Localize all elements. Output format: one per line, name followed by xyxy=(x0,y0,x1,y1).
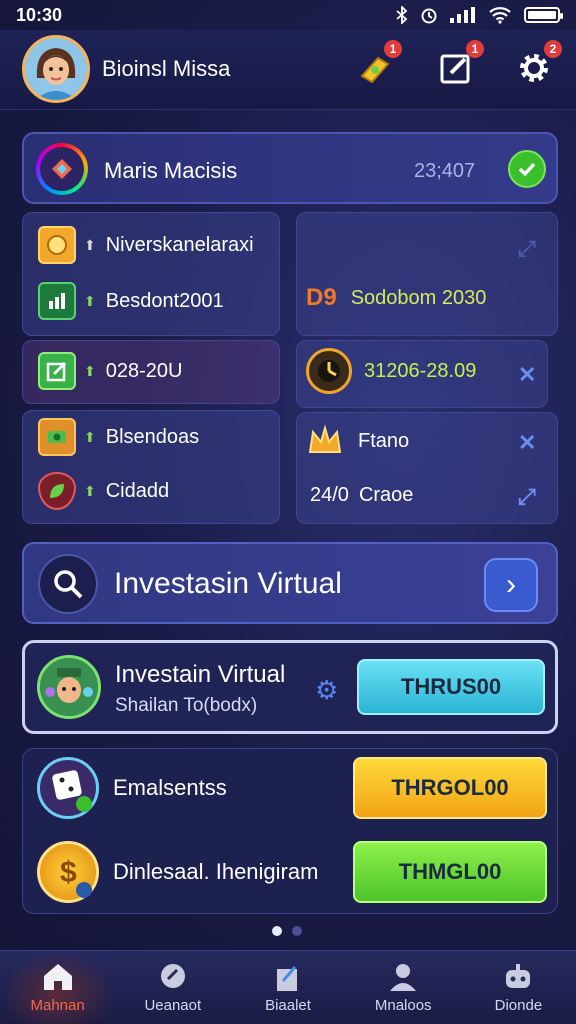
stats-panel-right-top xyxy=(296,212,558,336)
gem-icon xyxy=(36,143,88,195)
invest-title: Investain Virtual xyxy=(115,661,286,688)
battery-icon xyxy=(524,7,563,23)
avatar[interactable] xyxy=(22,35,90,103)
dollar-coin-icon: $ xyxy=(37,841,99,903)
timer-icon xyxy=(306,348,352,394)
stat-row[interactable]: Ftano xyxy=(306,422,409,460)
crown-icon xyxy=(306,422,344,460)
arrow-up-icon: ⬆ xyxy=(84,362,96,379)
username: Bioinsl Missa xyxy=(102,56,231,81)
search-icon xyxy=(38,554,98,614)
edit-button[interactable]: 1 xyxy=(434,40,484,90)
system-icons xyxy=(396,6,563,24)
tab-label: Biaalet xyxy=(265,997,311,1014)
invest-action-button[interactable]: THRUS00 xyxy=(357,659,545,715)
edit-icon xyxy=(38,352,76,390)
stat-label: 31206-28.09 xyxy=(364,359,477,382)
page-dot-active[interactable] xyxy=(272,926,282,936)
notification-badge: 2 xyxy=(544,40,562,58)
chart-icon xyxy=(38,282,76,320)
invest-card[interactable]: Investain Virtual Shailan To(bodx) ⚙ THR… xyxy=(22,640,558,734)
tab-label: Dionde xyxy=(494,997,543,1014)
settings-button[interactable]: 2 xyxy=(512,40,562,90)
stat-label: Niverskanelaraxi xyxy=(105,233,254,256)
edit-icon xyxy=(440,54,470,84)
bottom-tab-bar: Mahnan Ueanaot Biaalet Mnaloos Dionde xyxy=(0,950,576,1024)
bluetooth-icon xyxy=(396,6,408,24)
stat-label: Ftano xyxy=(358,429,410,452)
stat-label: Blsendoas xyxy=(105,425,200,448)
building-icon xyxy=(277,966,297,991)
status-time: 10:30 xyxy=(16,4,63,25)
stat-row[interactable]: 31206-28.09 xyxy=(306,348,476,394)
stat-row[interactable]: ⬆ 028-20U xyxy=(38,352,182,390)
offer-label: Emalsentss xyxy=(113,775,227,800)
offer-button[interactable]: THMGL00 xyxy=(353,841,547,903)
stat-row[interactable]: ⬆ Niverskanelaraxi xyxy=(38,226,254,264)
stat-label: Cidadd xyxy=(105,479,170,502)
signal-icon xyxy=(450,7,475,23)
stat-row[interactable]: ⬆ Cidadd xyxy=(38,472,169,510)
alarm-icon xyxy=(421,8,437,24)
tab-robot[interactable]: Dionde xyxy=(461,951,576,1024)
stat-label: 028-20U xyxy=(105,359,183,382)
offers-panel: Emalsentss THRGOL00 $ Dinlesaal. Ihenigi… xyxy=(22,748,558,914)
arrow-up-icon: ⬆ xyxy=(84,428,96,445)
page-dot[interactable] xyxy=(292,926,302,936)
expand-icon[interactable]: ⤢ xyxy=(518,236,536,262)
invest-subtitle: Shailan To(bodx) xyxy=(115,695,258,716)
character-avatar xyxy=(37,655,101,719)
chevron-right-icon[interactable]: › xyxy=(484,558,538,612)
stat-label: Sodobom 2030 xyxy=(350,286,487,309)
arrow-up-icon: ⬆ xyxy=(84,482,96,499)
coin-icon xyxy=(38,226,76,264)
search-bar[interactable]: Investasin Virtual › xyxy=(22,542,558,624)
stat-prefix: D9 xyxy=(306,284,337,311)
offer-label: Dinlesaal. Ihenigiram xyxy=(113,859,319,884)
robot-icon xyxy=(506,964,531,988)
tab-label: Ueanaot xyxy=(144,997,202,1014)
close-icon[interactable]: ✕ xyxy=(518,430,536,456)
app-header: Bioinsl Missa 1 1 2 xyxy=(0,30,576,110)
close-icon[interactable]: ✕ xyxy=(518,362,536,388)
stat-row[interactable]: ⬆ Besdont2001 xyxy=(38,282,224,320)
wifi-icon xyxy=(489,7,511,24)
gear-icon[interactable]: ⚙ xyxy=(315,675,338,706)
banner-title: Maris Macisis xyxy=(104,158,238,183)
tab-home[interactable]: Mahnan xyxy=(0,951,116,1024)
gear-icon xyxy=(520,54,548,82)
profile-banner[interactable]: Maris Macisis 23;407 xyxy=(22,132,558,204)
dice-icon xyxy=(37,757,99,819)
tab-label: Mnaloos xyxy=(374,997,432,1014)
leaf-shield-icon xyxy=(38,472,76,510)
profile-icon xyxy=(390,964,417,991)
stat-label: Besdont2001 xyxy=(105,289,224,312)
tab-building[interactable]: Biaalet xyxy=(230,951,345,1024)
rewards-button[interactable]: 1 xyxy=(352,40,402,90)
stat-row[interactable]: ⬆ Blsendoas xyxy=(38,418,199,456)
offer-button[interactable]: THRGOL00 xyxy=(353,757,547,819)
home-icon xyxy=(43,964,72,990)
stat-prefix: 24/0 xyxy=(310,484,349,506)
expand-icon[interactable]: ⤢ xyxy=(518,484,536,510)
page-indicator xyxy=(272,926,302,936)
cash-icon xyxy=(38,418,76,456)
search-label: Investasin Virtual xyxy=(114,567,342,600)
notification-badge: 1 xyxy=(466,40,484,58)
arrow-up-icon: ⬆ xyxy=(84,236,96,253)
notification-badge: 1 xyxy=(384,40,402,58)
chat-icon xyxy=(160,964,185,988)
arrow-up-icon: ⬆ xyxy=(84,292,96,309)
tab-chat[interactable]: Ueanaot xyxy=(115,951,230,1024)
tab-profile[interactable]: Mnaloos xyxy=(346,951,461,1024)
stat-label: Craoe xyxy=(358,484,414,506)
stat-row[interactable]: D9 Sodobom 2030 xyxy=(306,284,486,312)
status-bar: 10:30 xyxy=(0,0,576,30)
svg-text:$: $ xyxy=(60,856,77,889)
banner-value: 23;407 xyxy=(414,160,476,182)
check-icon[interactable] xyxy=(508,150,546,188)
tab-label: Mahnan xyxy=(30,997,85,1014)
stat-row[interactable]: 24/0 Craoe xyxy=(310,484,413,507)
